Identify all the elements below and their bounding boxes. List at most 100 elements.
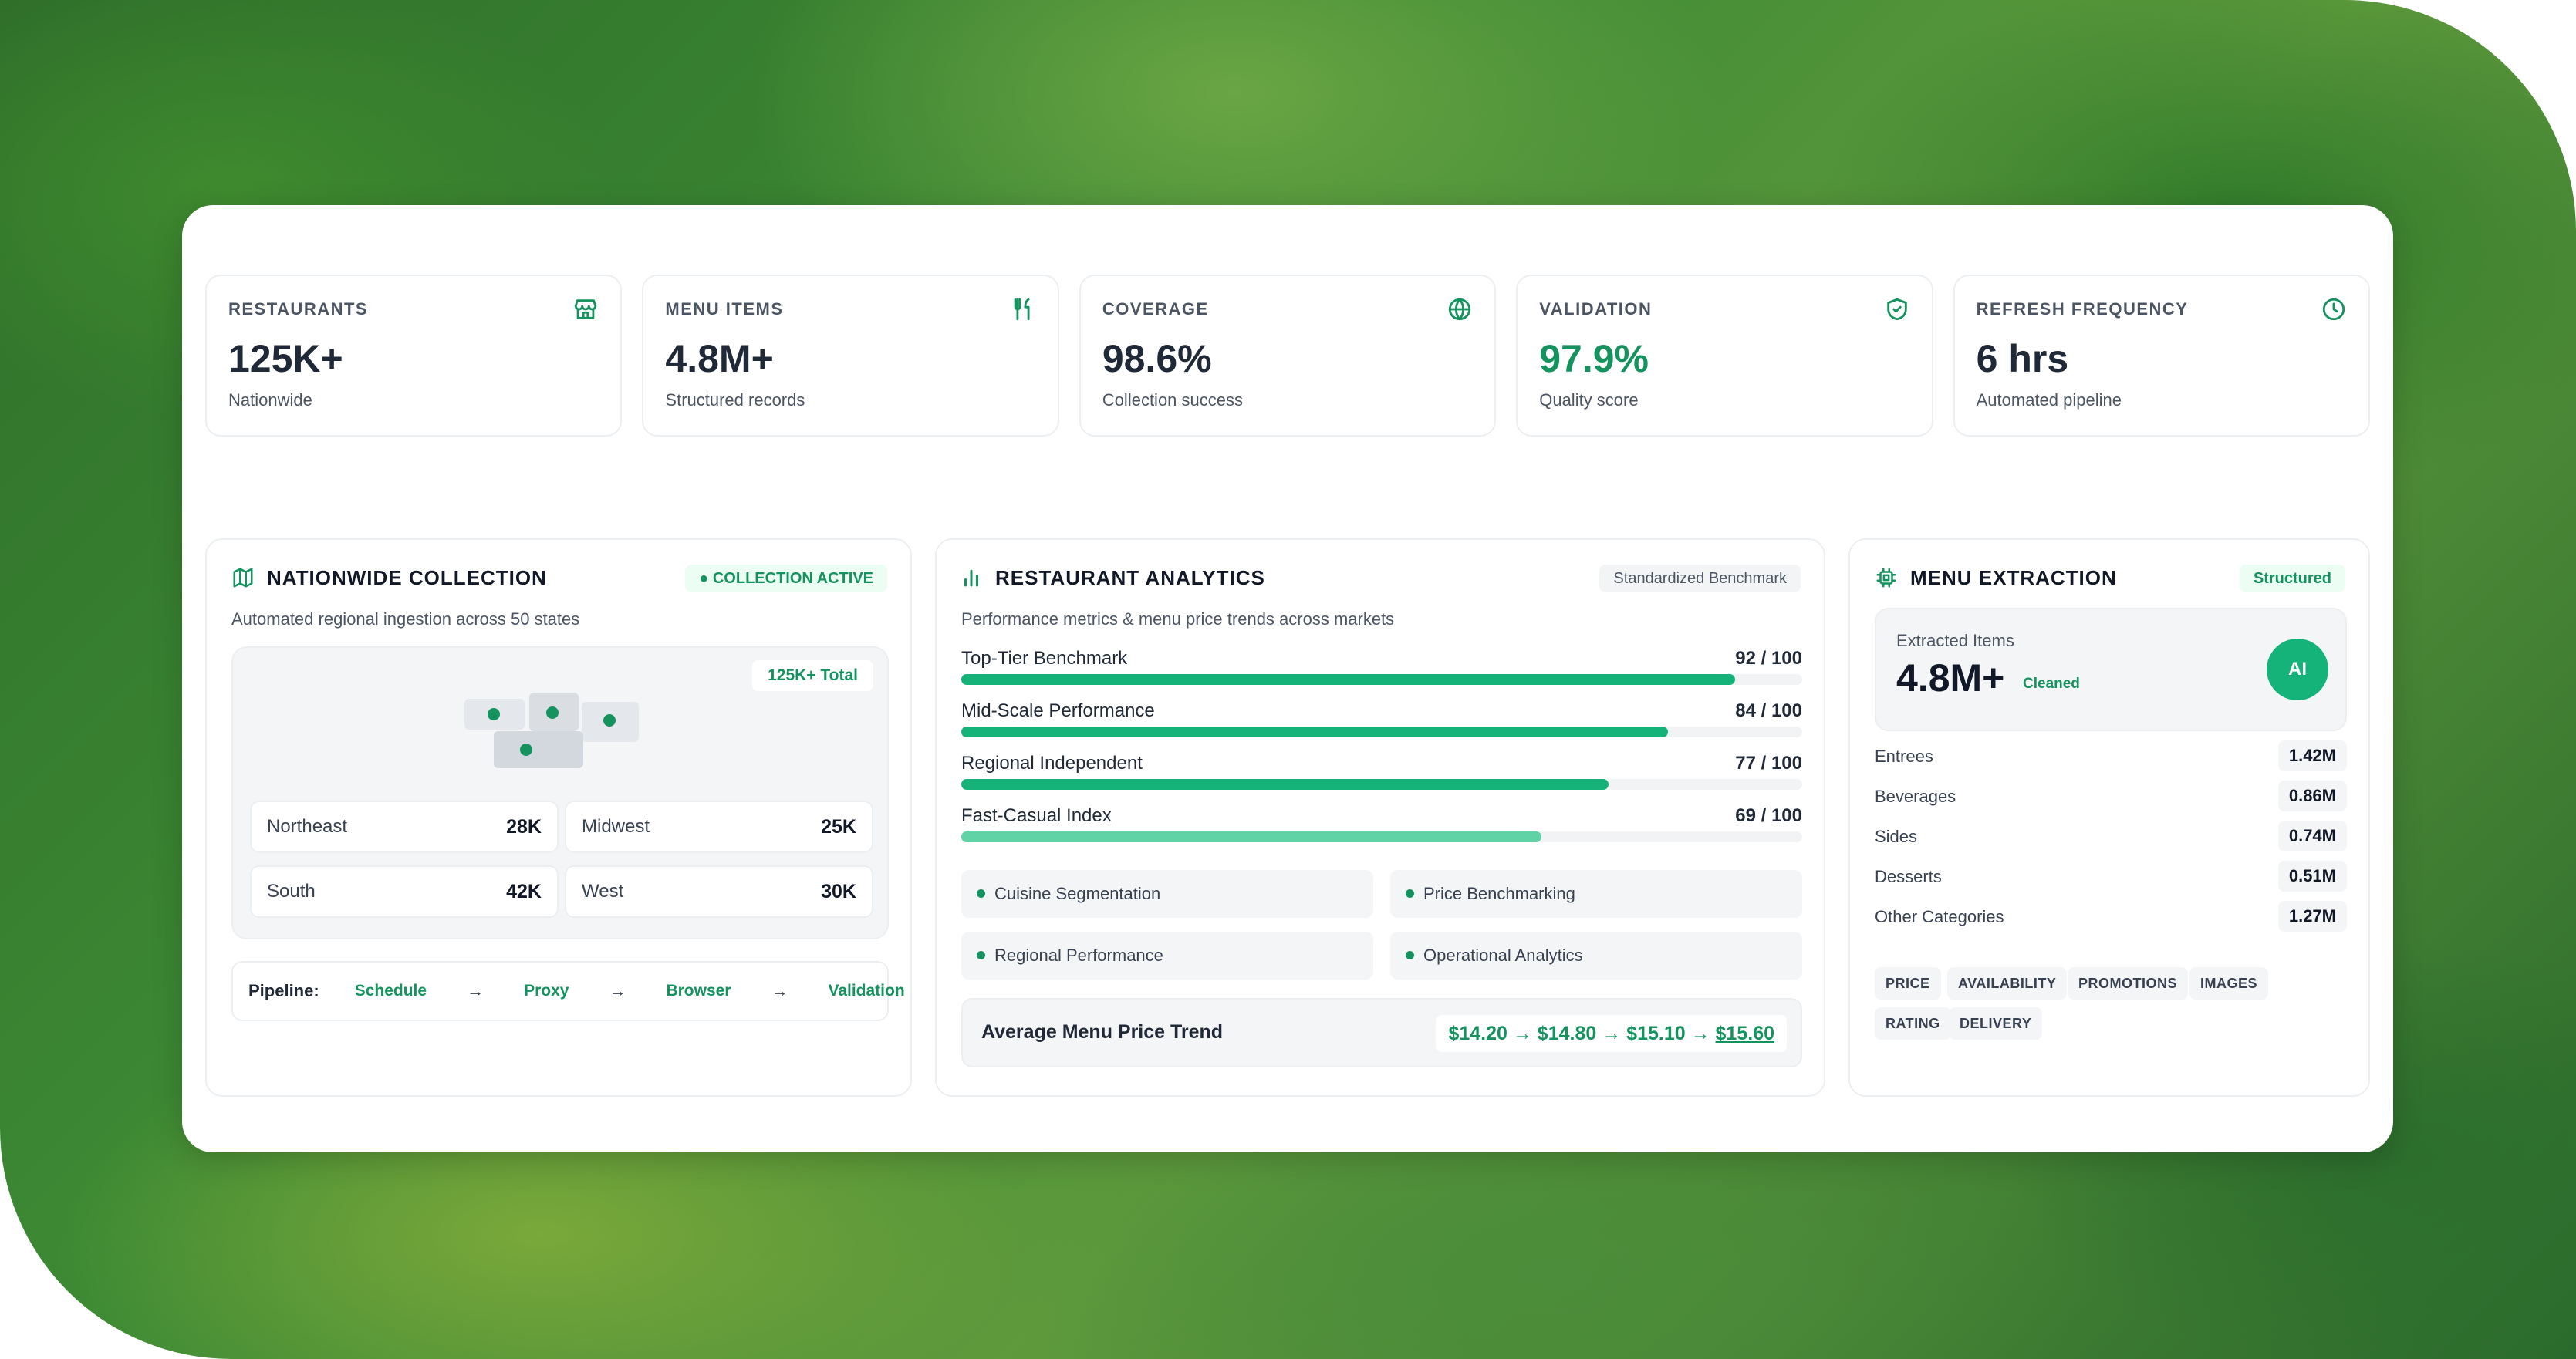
category-row: Beverages 0.86M bbox=[1875, 781, 2347, 811]
ai-badge: AI bbox=[2267, 639, 2328, 700]
stat-card-restaurants: RESTAURANTS 125K+ Nationwide bbox=[205, 275, 623, 437]
tag-label: Price Benchmarking bbox=[1423, 884, 1575, 903]
stat-value: 4.8M+ bbox=[665, 337, 774, 380]
stat-label: COVERAGE bbox=[1102, 299, 1209, 319]
metric-bar: Regional Independent 77 / 100 bbox=[961, 753, 1802, 793]
tag-label: Regional Performance bbox=[994, 946, 1163, 965]
category-value: 0.51M bbox=[2277, 861, 2347, 892]
pipeline-step-proxy: Proxy bbox=[524, 982, 569, 1000]
category-row: Desserts 0.51M bbox=[1875, 861, 2347, 892]
region-northeast: Northeast 28K bbox=[250, 801, 559, 853]
utensils-icon bbox=[1014, 298, 1030, 321]
extracted-value: 4.8M+ bbox=[1896, 656, 2005, 700]
map-point bbox=[603, 714, 616, 727]
map-point bbox=[520, 744, 532, 756]
benchmark-badge: Standardized Benchmark bbox=[1599, 565, 1801, 592]
tag-label: Cuisine Segmentation bbox=[994, 884, 1161, 903]
map-point bbox=[488, 708, 500, 720]
metric-bar: Mid-Scale Performance 84 / 100 bbox=[961, 700, 1802, 740]
metric-score: 69 / 100 bbox=[1735, 805, 1802, 826]
card-title: RESTAURANT ANALYTICS bbox=[995, 566, 1265, 589]
stat-label: REFRESH FREQUENCY bbox=[1976, 299, 2189, 319]
shield-check-icon bbox=[1886, 298, 1907, 321]
arrow-right-icon: → bbox=[771, 981, 788, 1000]
pipeline-step-validation: Validation bbox=[828, 982, 905, 1000]
trend-latest: $15.60 bbox=[1715, 1023, 1774, 1044]
category-name: Other Categories bbox=[1875, 907, 2004, 926]
stat-label: VALIDATION bbox=[1539, 299, 1653, 319]
bar-track bbox=[961, 674, 1802, 685]
total-badge: 125K+ Total bbox=[752, 660, 873, 691]
store-icon bbox=[575, 299, 597, 319]
pipeline-bar: Pipeline: Schedule → Proxy → Browser → V… bbox=[231, 961, 905, 1021]
category-name: Desserts bbox=[1875, 867, 1942, 886]
extracted-label: Extracted Items bbox=[1896, 631, 2014, 650]
category-row: Other Categories 1.27M bbox=[1875, 901, 2347, 932]
map-icon bbox=[233, 568, 253, 588]
metric-score: 77 / 100 bbox=[1735, 753, 1802, 774]
metric-label: Mid-Scale Performance bbox=[961, 700, 1155, 721]
globe-icon bbox=[1449, 298, 1471, 321]
region-value: 42K bbox=[506, 880, 542, 902]
field-chip: AVAILABILITY bbox=[1947, 967, 2068, 1000]
metric-label: Regional Independent bbox=[961, 753, 1143, 774]
nationwide-collection-card: NATIONWIDE COLLECTION ● COLLECTION ACTIV… bbox=[205, 538, 912, 1097]
field-chip: PRICE bbox=[1875, 967, 1941, 1000]
stat-value: 98.6% bbox=[1102, 337, 1212, 380]
status-dot bbox=[977, 950, 985, 959]
stat-subtitle: Nationwide bbox=[228, 390, 312, 410]
region-name: West bbox=[582, 881, 624, 902]
bar-track bbox=[961, 831, 1802, 842]
feature-tag: Cuisine Segmentation bbox=[961, 870, 1373, 918]
metric-label: Fast-Casual Index bbox=[961, 805, 1112, 826]
field-chip: IMAGES bbox=[2189, 967, 2269, 1000]
status-dot bbox=[977, 889, 985, 898]
region-value: 25K bbox=[821, 815, 856, 838]
structured-badge: Structured bbox=[2239, 565, 2345, 592]
category-row: Sides 0.74M bbox=[1875, 821, 2347, 851]
arrow-right-icon: → bbox=[467, 981, 484, 1000]
category-row: Entrees 1.42M bbox=[1875, 740, 2347, 771]
metric-bar: Fast-Casual Index 69 / 100 bbox=[961, 805, 1802, 845]
card-title: NATIONWIDE COLLECTION bbox=[267, 566, 547, 589]
bar-fill bbox=[961, 674, 1735, 685]
field-chip: RATING bbox=[1875, 1007, 1951, 1040]
dashboard-panel: RESTAURANTS 125K+ Nationwide MENU ITEMS … bbox=[182, 205, 2393, 1152]
stat-card-validation: VALIDATION 97.9% Quality score bbox=[1516, 275, 1933, 437]
stat-label: RESTAURANTS bbox=[228, 299, 369, 319]
pipeline-step-schedule: Schedule bbox=[354, 982, 427, 1000]
trend-label: Average Menu Price Trend bbox=[981, 1021, 1224, 1043]
field-chip: DELIVERY bbox=[1949, 1007, 2043, 1040]
feature-tag: Regional Performance bbox=[961, 932, 1373, 980]
category-value: 1.27M bbox=[2277, 901, 2347, 932]
category-name: Beverages bbox=[1875, 787, 1956, 806]
category-value: 1.42M bbox=[2277, 740, 2347, 771]
metric-label: Top-Tier Benchmark bbox=[961, 648, 1128, 669]
metric-bar: Top-Tier Benchmark 92 / 100 bbox=[961, 648, 1802, 688]
map-point bbox=[546, 706, 559, 719]
stat-value: 6 hrs bbox=[1976, 337, 2069, 380]
region-name: South bbox=[267, 881, 316, 902]
status-dot bbox=[1406, 889, 1414, 898]
pipeline-step-browser: Browser bbox=[666, 982, 731, 1000]
stat-card-menu-items: MENU ITEMS 4.8M+ Structured records bbox=[642, 275, 1059, 437]
stat-value: 97.9% bbox=[1539, 337, 1649, 380]
bar-fill bbox=[961, 779, 1609, 790]
bar-fill bbox=[961, 831, 1542, 842]
region-west: West 30K bbox=[565, 865, 873, 918]
stat-label: MENU ITEMS bbox=[665, 299, 784, 319]
status-dot bbox=[1406, 950, 1414, 959]
region-value: 28K bbox=[506, 815, 542, 838]
stat-cards: RESTAURANTS 125K+ Nationwide MENU ITEMS … bbox=[205, 275, 2371, 437]
region-value: 30K bbox=[821, 880, 856, 902]
tag-label: Operational Analytics bbox=[1423, 946, 1583, 965]
chip-icon bbox=[1876, 568, 1896, 588]
cleaned-tag: Cleaned bbox=[2023, 676, 2080, 692]
arrow-right-icon: → bbox=[609, 981, 626, 1000]
stat-value: 125K+ bbox=[228, 337, 343, 380]
stat-subtitle: Collection success bbox=[1102, 390, 1243, 410]
card-title: MENU EXTRACTION bbox=[1910, 566, 2117, 589]
category-name: Sides bbox=[1875, 827, 1918, 846]
metric-score: 84 / 100 bbox=[1735, 700, 1802, 721]
pipeline-label: Pipeline: bbox=[248, 981, 319, 1000]
